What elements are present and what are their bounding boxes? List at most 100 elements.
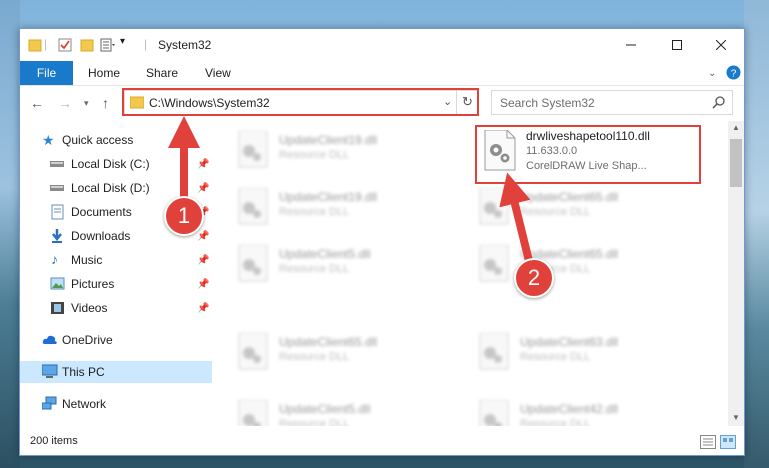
list-item[interactable]: UpdateClient19.dll Resource DLL bbox=[229, 186, 459, 236]
dll-file-icon bbox=[479, 188, 509, 225]
address-highlight-box bbox=[122, 88, 479, 116]
view-options-icon[interactable] bbox=[100, 37, 116, 53]
status-bar: 200 items bbox=[20, 429, 744, 455]
file-description: Resource DLL bbox=[520, 418, 591, 426]
pin-icon[interactable]: 📌 bbox=[197, 183, 209, 194]
documents-icon bbox=[51, 204, 64, 220]
list-item[interactable]: UpdateClient5.dll Resource DLL bbox=[229, 398, 459, 426]
dll-file-icon bbox=[238, 188, 268, 225]
cloud-icon bbox=[42, 335, 57, 344]
sidebar-item-label: Music bbox=[71, 253, 103, 267]
tab-home[interactable]: Home bbox=[88, 61, 120, 85]
sidebar-item-quick-access[interactable]: ★ Quick access bbox=[20, 129, 212, 151]
search-placeholder: Search System32 bbox=[500, 96, 595, 110]
maximize-button[interactable] bbox=[654, 29, 700, 61]
list-item[interactable]: UpdateClient19.dll Resource DLL bbox=[229, 129, 459, 179]
pin-icon[interactable]: 📌 bbox=[197, 255, 209, 266]
downloads-icon bbox=[52, 229, 62, 243]
sidebar-item-onedrive[interactable]: OneDrive bbox=[20, 329, 212, 351]
maximize-icon bbox=[672, 40, 682, 50]
list-item[interactable]: UpdateClient63.dll Resource DLL bbox=[470, 331, 700, 381]
dll-file-icon bbox=[238, 333, 268, 370]
network-icon bbox=[42, 396, 57, 410]
search-input[interactable]: Search System32 bbox=[491, 90, 733, 115]
drive-icon bbox=[50, 185, 64, 191]
file-description: Resource DLL bbox=[279, 206, 350, 218]
navigation-pane: ★ Quick access Local Disk (C:) 📌 Local D… bbox=[20, 121, 212, 426]
list-item[interactable]: UpdateClient65.dll Resource DLL bbox=[470, 243, 700, 293]
folder-icon bbox=[28, 39, 42, 52]
sidebar-item-network[interactable]: Network bbox=[20, 393, 212, 415]
desktop-wallpaper-right bbox=[744, 0, 769, 468]
file-description: Resource DLL bbox=[279, 418, 350, 426]
sidebar-item-label: This PC bbox=[62, 365, 105, 379]
file-name: UpdateClient63.dll bbox=[520, 335, 619, 349]
sidebar-item-label: Local Disk (D:) bbox=[71, 181, 150, 195]
drive-icon bbox=[50, 161, 64, 167]
file-description: Resource DLL bbox=[520, 351, 591, 363]
sidebar-item-label: Documents bbox=[71, 205, 132, 219]
window-title: System32 bbox=[158, 38, 212, 52]
file-explorer-window: | ▾ | System32 File Home Share View ⌄ ? … bbox=[19, 28, 745, 456]
file-name: UpdateClient19.dll bbox=[279, 133, 378, 147]
list-item[interactable]: UpdateClient65.dll Resource DLL bbox=[470, 186, 700, 236]
list-item[interactable]: UpdateClient65.dll Resource DLL bbox=[229, 331, 459, 381]
dll-file-icon bbox=[238, 131, 268, 168]
scroll-up-icon[interactable]: ▲ bbox=[732, 123, 740, 132]
desktop-wallpaper-left bbox=[0, 0, 20, 468]
tab-view[interactable]: View bbox=[205, 61, 231, 85]
scroll-down-icon[interactable]: ▼ bbox=[732, 413, 740, 422]
ribbon-tabs: File Home Share View ⌄ ? bbox=[20, 61, 744, 86]
sidebar-item-music[interactable]: ♪ Music 📌 bbox=[20, 249, 212, 271]
back-arrow-icon[interactable]: ← bbox=[30, 95, 44, 111]
sidebar-item-local-disk-c[interactable]: Local Disk (C:) 📌 bbox=[20, 153, 212, 175]
list-item[interactable]: UpdateClient42.dll Resource DLL bbox=[470, 398, 700, 426]
new-folder-icon[interactable] bbox=[80, 37, 94, 53]
dll-file-icon bbox=[479, 333, 509, 370]
dll-file-icon bbox=[238, 400, 268, 426]
expand-ribbon-icon[interactable]: ⌄ bbox=[708, 61, 716, 85]
scrollbar-thumb[interactable] bbox=[730, 139, 742, 187]
pin-icon[interactable]: 📌 bbox=[197, 279, 209, 290]
large-icons-view-icon[interactable] bbox=[720, 435, 736, 449]
pin-icon[interactable]: 📌 bbox=[197, 231, 209, 242]
file-description: Resource DLL bbox=[520, 206, 591, 218]
sidebar-item-label: Local Disk (C:) bbox=[71, 157, 150, 171]
sidebar-item-videos[interactable]: Videos 📌 bbox=[20, 297, 212, 319]
separator: | bbox=[144, 37, 148, 51]
forward-arrow-icon[interactable]: → bbox=[58, 95, 72, 111]
details-view-icon[interactable] bbox=[700, 435, 716, 449]
tab-file[interactable]: File bbox=[20, 61, 73, 85]
svg-text:?: ? bbox=[731, 69, 737, 80]
file-list: UpdateClient19.dll Resource DLL UpdateCl… bbox=[213, 121, 728, 426]
file-name: UpdateClient65.dll bbox=[520, 190, 619, 204]
step-callout-1: 1 bbox=[164, 196, 204, 236]
customize-toolbar-icon[interactable]: ▾ bbox=[120, 36, 125, 52]
up-arrow-icon[interactable]: ↑ bbox=[102, 95, 109, 111]
list-item[interactable]: UpdateClient5.dll Resource DLL bbox=[229, 243, 459, 293]
properties-icon[interactable] bbox=[58, 37, 72, 53]
pin-icon[interactable]: 📌 bbox=[197, 303, 209, 314]
dll-file-icon bbox=[479, 400, 509, 426]
dll-file-icon bbox=[479, 245, 509, 282]
sidebar-item-label: Quick access bbox=[62, 133, 134, 147]
computer-icon bbox=[42, 364, 58, 378]
step-callout-2: 2 bbox=[514, 258, 554, 298]
sidebar-item-label: Network bbox=[62, 397, 107, 411]
help-icon[interactable]: ? bbox=[726, 65, 741, 80]
pictures-icon bbox=[50, 277, 65, 290]
tab-share[interactable]: Share bbox=[146, 61, 178, 85]
sidebar-item-label: Pictures bbox=[71, 277, 115, 291]
sidebar-item-label: Videos bbox=[71, 301, 108, 315]
sidebar-item-this-pc[interactable]: This PC bbox=[20, 361, 212, 383]
recent-locations-icon[interactable]: ▾ bbox=[84, 98, 89, 109]
star-icon: ★ bbox=[42, 132, 55, 148]
vertical-scrollbar[interactable]: ▲ ▼ bbox=[728, 121, 744, 426]
sidebar-item-pictures[interactable]: Pictures 📌 bbox=[20, 273, 212, 295]
pin-icon[interactable]: 📌 bbox=[197, 159, 209, 170]
close-button[interactable] bbox=[698, 29, 744, 61]
dll-file-icon bbox=[238, 245, 268, 282]
sidebar-item-label: OneDrive bbox=[62, 333, 113, 347]
item-count: 200 items bbox=[30, 435, 78, 447]
minimize-button[interactable] bbox=[608, 29, 654, 61]
